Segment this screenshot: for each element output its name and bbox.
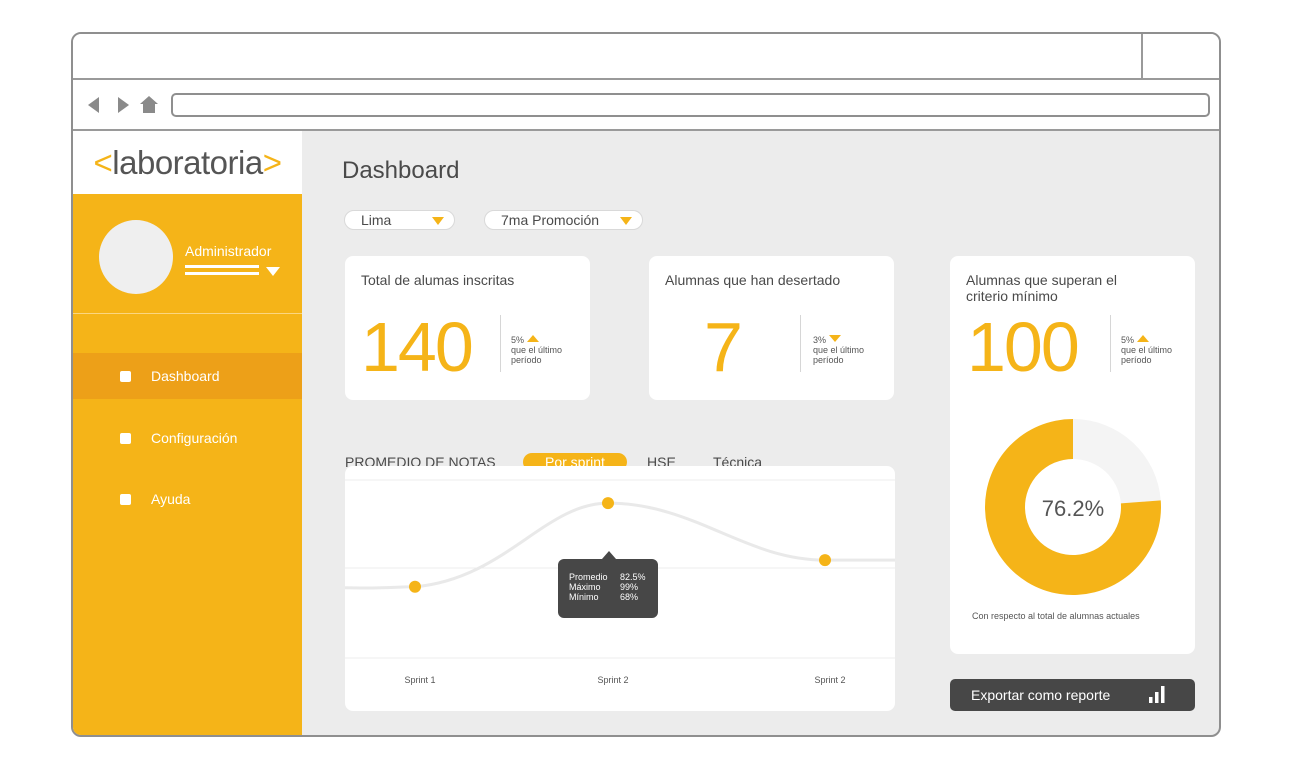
tooltip-value: 82.5% xyxy=(620,572,646,582)
passing-card: Alumnas que superan el criterio mínimo 1… xyxy=(950,256,1195,654)
bar-chart-icon xyxy=(1149,686,1165,703)
browser-window: < laboratoria > Administrador Dashboard Co… xyxy=(71,32,1221,737)
promotion-select[interactable]: 7ma Promoción xyxy=(484,210,643,230)
passing-value: 100 xyxy=(967,308,1080,386)
promotion-select-value: 7ma Promoción xyxy=(501,212,600,228)
logo-bracket-open: < xyxy=(93,143,113,181)
sidebar-item-ayuda[interactable]: Ayuda xyxy=(73,476,302,522)
passing-donut-chart: 76.2% xyxy=(985,419,1161,595)
sidebar-item-dashboard[interactable]: Dashboard xyxy=(73,353,302,399)
x-tick-label: Sprint 1 xyxy=(404,675,435,685)
tooltip-label: Mínimo xyxy=(569,592,599,602)
logo: < laboratoria > xyxy=(73,131,302,194)
data-point[interactable] xyxy=(409,580,421,593)
home-icon[interactable] xyxy=(139,95,159,114)
divider xyxy=(500,315,501,372)
address-bar[interactable] xyxy=(171,93,1210,117)
tooltip-notch xyxy=(602,551,616,559)
dropped-delta: 3% que el último período xyxy=(813,335,888,365)
delta-text: que el último período xyxy=(1121,345,1173,365)
delta-text: que el último período xyxy=(813,345,865,365)
card-title: Alumnas que superan el criterio mínimo xyxy=(966,272,1117,304)
bullet-icon xyxy=(120,370,131,382)
tooltip-label: Promedio xyxy=(569,572,608,582)
tooltip-row: Mínimo 68% xyxy=(569,592,658,602)
dropped-card: Alumnas que han desertado 7 3% que el úl… xyxy=(649,256,894,400)
passing-delta: 5% que el último período xyxy=(1121,335,1193,365)
page-title: Dashboard xyxy=(342,157,460,184)
card-title: Alumnas que han desertado xyxy=(665,272,841,288)
delta-percent: 5% xyxy=(511,335,525,345)
user-name: Administrador xyxy=(185,243,272,259)
export-button-label: Exportar como reporte xyxy=(971,687,1111,703)
chevron-down-icon xyxy=(620,217,632,225)
user-profile: Administrador xyxy=(73,194,302,314)
avatar xyxy=(99,220,173,294)
arrow-up-icon xyxy=(1137,335,1150,342)
sidebar: < laboratoria > Administrador Dashboard Co… xyxy=(73,131,302,735)
sidebar-item-configuracion[interactable]: Configuración xyxy=(73,415,302,461)
logo-bracket-close: > xyxy=(262,143,282,181)
back-icon[interactable] xyxy=(87,96,101,114)
city-select-value: Lima xyxy=(361,212,392,228)
divider xyxy=(800,315,801,372)
dropped-value: 7 xyxy=(704,308,743,386)
logo-text: laboratoria xyxy=(112,143,263,181)
enrolled-value: 140 xyxy=(361,308,474,386)
delta-percent: 3% xyxy=(813,335,827,345)
title-bar-divider xyxy=(1141,34,1143,80)
tooltip-label: Máximo xyxy=(569,582,601,592)
chevron-down-icon xyxy=(432,217,444,225)
city-select[interactable]: Lima xyxy=(344,210,455,230)
x-tick-label: Sprint 2 xyxy=(597,675,628,685)
divider xyxy=(1110,315,1111,372)
user-menu-lines[interactable] xyxy=(185,265,259,279)
tooltip-row: Promedio 82.5% xyxy=(569,572,658,582)
sidebar-item-label: Ayuda xyxy=(151,491,191,507)
bullet-icon xyxy=(120,493,131,505)
sidebar-item-label: Dashboard xyxy=(151,368,220,384)
sidebar-item-label: Configuración xyxy=(151,430,238,446)
user-menu-caret-icon[interactable] xyxy=(266,267,280,276)
enrolled-delta: 5% que el último período xyxy=(511,335,586,365)
card-title: Total de alumas inscritas xyxy=(361,272,515,288)
data-point[interactable] xyxy=(819,554,831,567)
browser-navbar xyxy=(73,80,1219,131)
enrolled-card: Total de alumas inscritas 140 5% que el … xyxy=(345,256,590,400)
chart-tooltip: Promedio 82.5% Máximo 99% Mínimo 68% xyxy=(558,551,658,618)
tooltip-value: 99% xyxy=(620,582,639,592)
x-tick-label: Sprint 2 xyxy=(814,675,845,685)
data-point[interactable] xyxy=(602,497,614,510)
main-content: Dashboard Lima 7ma Promoción Total de al… xyxy=(302,131,1219,735)
forward-icon[interactable] xyxy=(116,96,130,114)
arrow-up-icon xyxy=(527,335,540,342)
title-bar xyxy=(73,34,1219,80)
delta-text: que el último período xyxy=(511,345,563,365)
delta-percent: 5% xyxy=(1121,335,1135,345)
export-report-button[interactable]: Exportar como reporte xyxy=(950,679,1195,711)
donut-center-label: 76.2% xyxy=(1042,496,1104,521)
arrow-down-icon xyxy=(829,335,842,342)
tooltip-value: 68% xyxy=(620,592,639,602)
bullet-icon xyxy=(120,432,131,444)
tooltip-row: Máximo 99% xyxy=(569,582,658,592)
donut-slice-remaining xyxy=(1073,419,1161,504)
donut-caption: Con respecto al total de alumnas actuale… xyxy=(972,611,1140,621)
